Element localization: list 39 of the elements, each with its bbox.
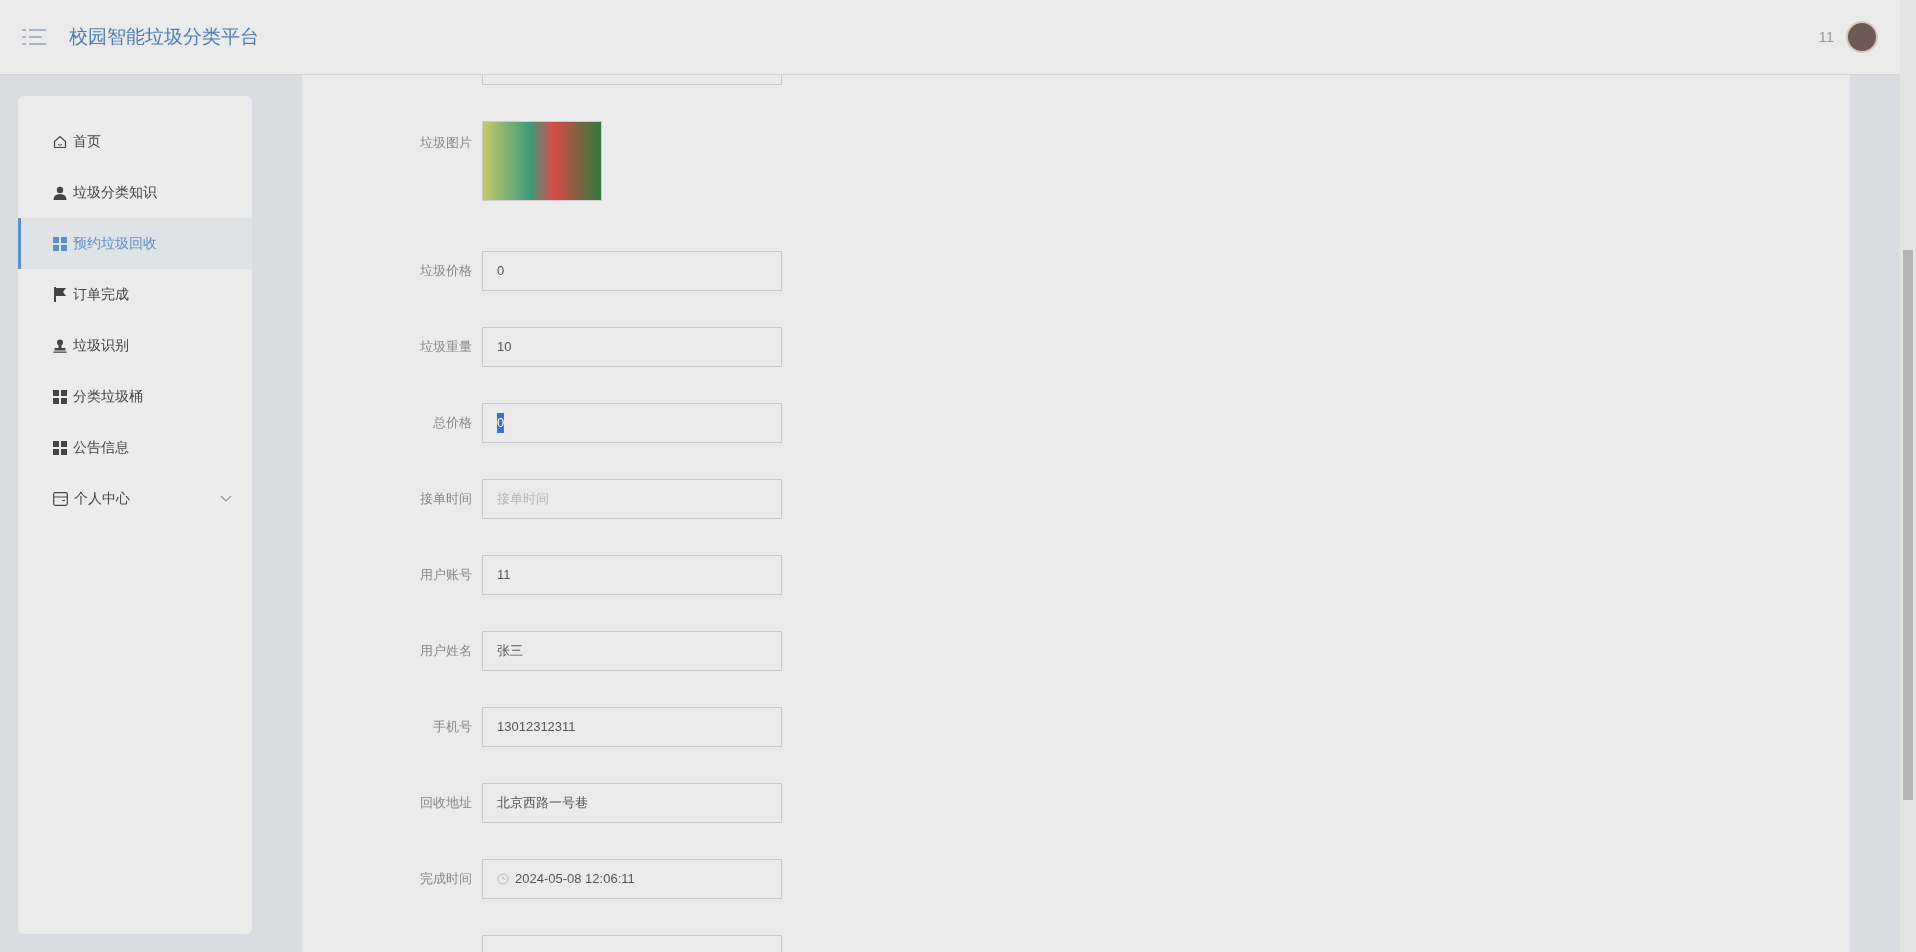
grid-icon xyxy=(53,440,67,455)
input-field[interactable]: 0 xyxy=(482,251,782,291)
grid-icon xyxy=(53,236,67,251)
input-field[interactable]: 张三 xyxy=(482,631,782,671)
field-label: 垃圾重量 xyxy=(419,338,472,357)
input-field[interactable]: 2024-05-08 12:06:11 xyxy=(482,859,782,899)
home-icon xyxy=(53,134,67,149)
input-field[interactable]: 0 xyxy=(482,403,782,443)
flag-icon xyxy=(53,287,67,302)
field-label: 手机号 xyxy=(432,718,472,737)
field-label: 总价格 xyxy=(432,414,472,433)
scrollbar[interactable] xyxy=(1900,0,1916,952)
field-label: 回收地址 xyxy=(419,794,472,813)
card-icon xyxy=(53,491,68,506)
field-label: 接单时间 xyxy=(419,490,472,509)
input-field[interactable]: 11 xyxy=(482,555,782,595)
user-icon xyxy=(53,185,67,200)
sidebar-item[interactable]: 首页 xyxy=(18,116,252,167)
sidebar-item[interactable]: 分类垃圾桶 xyxy=(18,371,252,422)
field-label: 用户账号 xyxy=(419,566,472,585)
grid-icon xyxy=(53,389,67,404)
stamp-icon xyxy=(53,338,67,353)
sidebar-item[interactable]: 垃圾识别 xyxy=(18,320,252,371)
field-label: 垃圾价格 xyxy=(419,262,472,281)
field-label: 用户姓名 xyxy=(419,642,472,661)
sidebar-item[interactable]: 垃圾分类知识 xyxy=(18,167,252,218)
input-field[interactable]: 13012312311 xyxy=(482,707,782,747)
field-label: 完成时间 xyxy=(419,870,472,889)
field-label: 垃圾图片 xyxy=(419,134,472,152)
input-field[interactable]: 10 xyxy=(482,327,782,367)
avatar[interactable] xyxy=(1846,21,1878,53)
sidebar-item[interactable]: 个人中心 xyxy=(18,473,252,524)
sidebar-item[interactable]: 公告信息 xyxy=(18,422,252,473)
sidebar-item[interactable]: 订单完成 xyxy=(18,269,252,320)
app-title: 校园智能垃圾分类平台 xyxy=(69,24,259,49)
menu-icon[interactable] xyxy=(22,28,46,46)
input-field[interactable]: 北京西路一号巷 xyxy=(482,783,782,823)
clock-icon xyxy=(497,873,509,885)
username: 11 xyxy=(1818,26,1834,47)
